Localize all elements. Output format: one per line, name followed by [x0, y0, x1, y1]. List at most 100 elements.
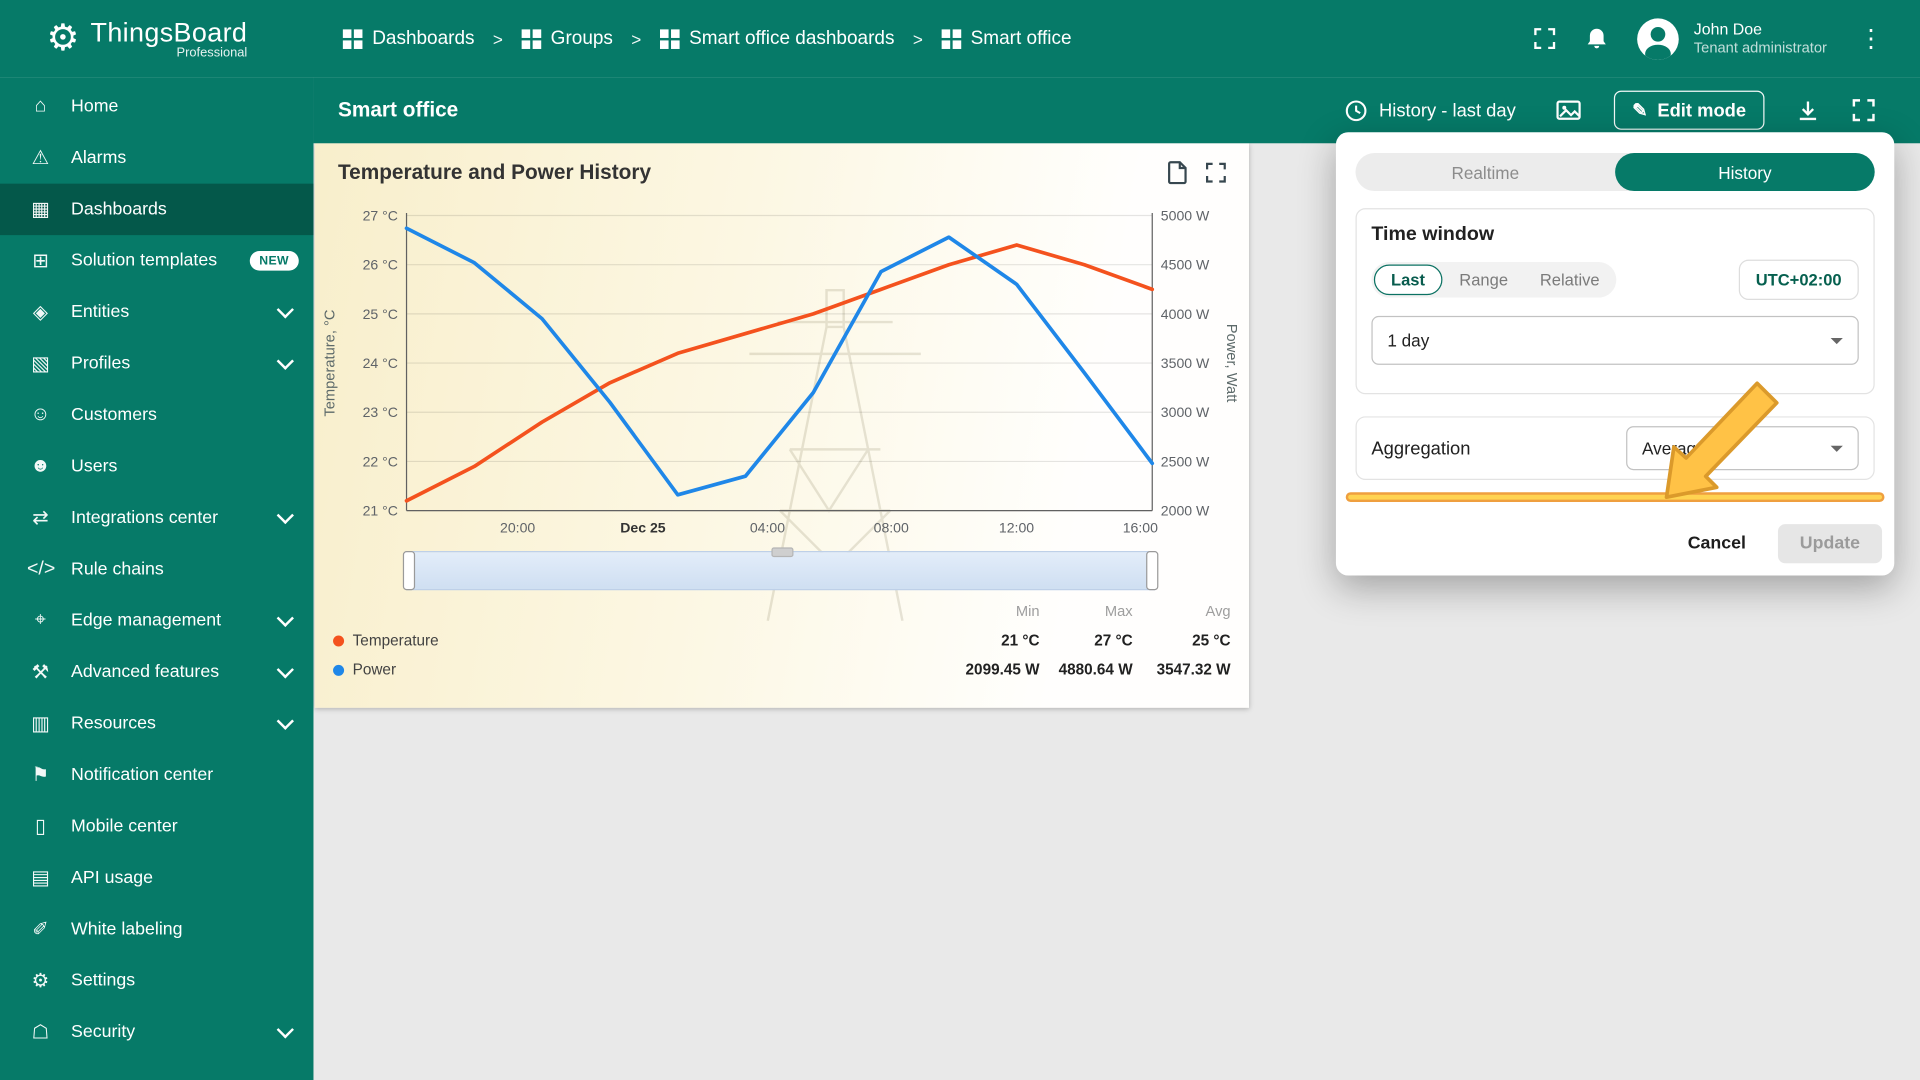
thingsboard-logo[interactable]: ⚙ ThingsBoard Professional — [0, 16, 248, 59]
timezone-button[interactable]: UTC+02:00 — [1738, 259, 1859, 301]
mode-relative[interactable]: Relative — [1525, 264, 1614, 295]
stat-min-temperature: 21 °C — [1001, 631, 1040, 649]
sidebar-item-integrations-center[interactable]: ⇄ Integrations center — [0, 492, 313, 543]
breadcrumb-label: Smart office dashboards — [689, 27, 895, 49]
sidebar-item-settings[interactable]: ⚙ Settings — [0, 955, 313, 1006]
tab-realtime[interactable]: Realtime — [1356, 153, 1616, 191]
chevron-down-icon — [276, 352, 294, 370]
chevron-down-icon — [276, 506, 294, 525]
rule-chains-icon: </> — [26, 558, 56, 580]
user-role: Tenant administrator — [1693, 39, 1827, 57]
sidebar-item-label: Entities — [71, 302, 130, 323]
interval-select[interactable]: 1 day — [1371, 315, 1859, 365]
header-fullscreen-button[interactable] — [1533, 27, 1556, 50]
breadcrumb-item-smart-office-dashboards[interactable]: Smart office dashboards — [659, 27, 895, 50]
sidebar-item-label: White labeling — [71, 919, 183, 940]
page-title: Smart office — [337, 97, 459, 122]
sidebar-item-label: Mobile center — [71, 816, 178, 837]
sidebar-item-label: Integrations center — [71, 508, 219, 528]
top-header: ⚙ ThingsBoard Professional Dashboards > Gr… — [0, 0, 1920, 78]
sidebar-item-solution-templates[interactable]: ⊞ Solution templates NEW — [0, 235, 313, 286]
dashboard-image-button[interactable] — [1555, 98, 1582, 122]
home-icon: ⌂ — [34, 95, 47, 117]
download-icon — [1799, 100, 1817, 120]
legend-item-temperature[interactable]: Temperature — [333, 632, 939, 649]
sidebar-item-label: Edge management — [71, 611, 222, 631]
time-range-slider[interactable] — [402, 547, 1159, 591]
svg-text:5000 W: 5000 W — [1161, 211, 1210, 224]
user-info: John Doe Tenant administrator — [1694, 19, 1827, 57]
mobile-center-icon: ▯ — [35, 816, 46, 838]
legend-label: Temperature — [352, 631, 439, 649]
user-avatar[interactable] — [1637, 17, 1680, 60]
sidebar-item-users[interactable]: ☻ Users — [0, 441, 313, 492]
legend-item-power[interactable]: Power — [333, 661, 939, 678]
mode-range[interactable]: Range — [1445, 264, 1523, 295]
svg-text:4500 W: 4500 W — [1161, 257, 1210, 273]
cancel-button[interactable]: Cancel — [1675, 527, 1758, 561]
header-more-menu-button[interactable]: ⋮ — [1856, 26, 1885, 50]
aggregation-label: Aggregation — [1371, 437, 1471, 459]
vertical-dots-icon: ⋮ — [1858, 25, 1884, 53]
sidebar-item-label: Resources — [71, 713, 156, 734]
slider-left-handle[interactable] — [402, 551, 416, 591]
sidebar-item-profiles[interactable]: ▧ Profiles — [0, 338, 313, 389]
time-window-button[interactable]: History - last day — [1337, 97, 1523, 123]
stat-avg-power: 3547.32 W — [1156, 661, 1231, 679]
breadcrumb: Dashboards > Groups > Smart office dashboard… — [342, 27, 1072, 50]
breadcrumb-label: Dashboards — [372, 27, 475, 49]
entities-icon: ◈ — [32, 302, 48, 324]
sidebar-item-alarms[interactable]: ⚠ Alarms — [0, 132, 313, 183]
update-button[interactable]: Update — [1777, 524, 1883, 564]
legend-color-dot — [333, 664, 345, 676]
slider-grip-handle[interactable] — [770, 547, 793, 558]
sidebar-item-entities[interactable]: ◈ Entities — [0, 287, 313, 338]
breadcrumb-item-groups[interactable]: Groups — [521, 28, 613, 50]
sidebar-item-label: API usage — [71, 868, 153, 888]
sidebar-item-edge-management[interactable]: ⌖ Edge management — [0, 595, 313, 646]
svg-text:25 °C: 25 °C — [363, 306, 398, 322]
sidebar-item-customers[interactable]: ☺ Customers — [0, 389, 313, 440]
widget-fullscreen-button[interactable] — [1205, 160, 1227, 184]
edit-mode-button[interactable]: ✎ Edit mode — [1613, 90, 1765, 130]
sidebar-item-white-labeling[interactable]: ✐ White labeling — [0, 904, 313, 955]
breadcrumb-item-dashboards[interactable]: Dashboards — [342, 27, 475, 50]
svg-text:23 °C: 23 °C — [363, 404, 398, 420]
mode-last[interactable]: Last — [1373, 264, 1443, 296]
svg-text:12:00: 12:00 — [999, 520, 1034, 536]
solution-templates-icon: ⊞ — [32, 251, 49, 272]
sidebar-item-mobile-center[interactable]: ▯ Mobile center — [0, 801, 313, 852]
sidebar-item-security[interactable]: ☖ Security — [0, 1007, 313, 1058]
sidebar-item-rule-chains[interactable]: </> Rule chains — [0, 544, 313, 595]
sidebar-item-label: Profiles — [71, 353, 131, 374]
sidebar-item-dashboards[interactable]: ▦ Dashboards — [0, 183, 314, 236]
slider-right-handle[interactable] — [1146, 551, 1159, 591]
svg-text:08:00: 08:00 — [874, 520, 909, 536]
dashboard-grid-icon — [659, 28, 680, 49]
download-dashboard-button[interactable] — [1796, 99, 1819, 122]
chevron-down-icon — [276, 712, 294, 730]
security-icon: ☖ — [31, 1022, 50, 1044]
breadcrumb-item-smart-office[interactable]: Smart office — [941, 28, 1072, 50]
sidebar-item-advanced-features[interactable]: ⚒ Advanced features — [0, 647, 313, 698]
brand-name: ThingsBoard — [90, 16, 248, 48]
fullscreen-icon — [1534, 28, 1556, 50]
popup-footer: Cancel Update — [1675, 524, 1883, 564]
svg-text:21 °C: 21 °C — [363, 503, 398, 519]
widget-export-button[interactable] — [1167, 160, 1188, 185]
sidebar-item-home[interactable]: ⌂ Home — [0, 81, 313, 132]
svg-text:22 °C: 22 °C — [363, 453, 398, 469]
stats-header-avg: Avg — [1205, 602, 1231, 620]
sidebar-item-resources[interactable]: ▥ Resources — [0, 698, 313, 749]
sidebar-item-notification-center[interactable]: ⚑ Notification center — [0, 749, 313, 800]
svg-text:2000 W: 2000 W — [1161, 503, 1210, 519]
sidebar-item-api-usage[interactable]: ▤ API usage — [0, 852, 313, 903]
toolbar-fullscreen-button[interactable] — [1851, 98, 1875, 122]
notifications-button[interactable] — [1586, 26, 1608, 50]
interval-value: 1 day — [1387, 330, 1430, 351]
svg-text:4000 W: 4000 W — [1161, 306, 1210, 322]
stats-header-min: Min — [1015, 602, 1040, 620]
svg-text:27 °C: 27 °C — [363, 211, 398, 224]
thingsboard-app: ⚙ ThingsBoard Professional Dashboards > Gr… — [0, 0, 1920, 1080]
tab-history[interactable]: History — [1615, 153, 1875, 192]
